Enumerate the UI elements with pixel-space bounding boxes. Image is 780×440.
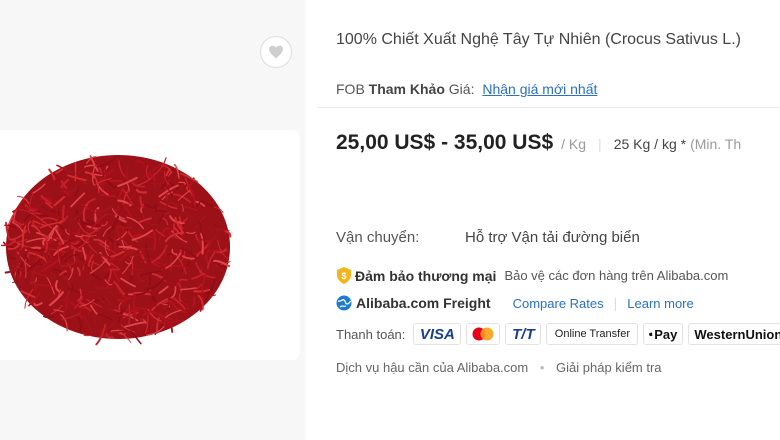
latest-price-link[interactable]: Nhận giá mới nhất [482, 81, 597, 97]
trade-assurance-row: $ Đảm bảo thương mại Bảo vệ các đơn hàng… [336, 267, 728, 284]
globe-icon [336, 295, 352, 311]
freight-title: Alibaba.com Freight [356, 295, 491, 311]
inspection-service[interactable]: Giải pháp kiểm tra [556, 360, 662, 375]
price-row: 25,00 US$ - 35,00 US$ / Kg | 25 Kg / kg … [336, 131, 741, 155]
apple-icon [649, 331, 653, 337]
fob-prefix: FOB [336, 81, 365, 97]
apple-pay-text: Pay [654, 326, 678, 342]
freight-row: Alibaba.com Freight Compare Rates | Lear… [336, 295, 694, 311]
price-unit: / Kg [561, 136, 587, 152]
divider [318, 107, 780, 108]
visa-badge: VISA [413, 323, 462, 345]
payment-row: Thanh toán: VISA T/T Online Transfer Pay… [336, 323, 780, 345]
service-separator: • [539, 360, 545, 375]
shipping-label: Vận chuyển: [336, 229, 420, 246]
fob-row: FOB Tham Khảo Giá: Nhận giá mới nhất [336, 81, 597, 97]
services-row: Dịch vụ hậu cần của Alibaba.com • Giải p… [336, 360, 662, 375]
western-union-badge: WesternUnion [688, 323, 780, 345]
price-divider: | [598, 136, 602, 152]
online-transfer-badge: Online Transfer [546, 323, 639, 345]
mastercard-icon [472, 327, 494, 341]
payment-label: Thanh toán: [336, 326, 406, 342]
min-order: 25 Kg / kg * [613, 136, 687, 152]
compare-rates-link[interactable]: Compare Rates [513, 296, 604, 311]
product-info: 100% Chiết Xuất Nghệ Tây Tự Nhiên (Crocu… [318, 0, 780, 440]
price-range: 25,00 US$ - 35,00 US$ [336, 131, 554, 154]
product-image[interactable] [0, 135, 285, 360]
logistics-service[interactable]: Dịch vụ hậu cần của Alibaba.com [336, 360, 528, 375]
favorite-button[interactable] [260, 36, 292, 68]
product-gallery [0, 0, 305, 440]
mastercard-badge [466, 323, 501, 345]
product-title: 100% Chiết Xuất Nghệ Tây Tự Nhiên (Crocu… [336, 31, 741, 48]
min-order-note: (Min. Th [690, 136, 742, 152]
heart-icon [269, 45, 283, 59]
shipping-value: Hỗ trợ Vận tải đường biển [465, 229, 640, 246]
learn-more-link[interactable]: Learn more [627, 296, 693, 311]
freight-divider: | [613, 295, 618, 311]
fob-ref: Tham Khảo [368, 81, 445, 97]
trade-assurance-desc: Bảo vệ các đơn hàng trên Alibaba.com [504, 268, 729, 283]
fob-price-label: Giá: [448, 81, 475, 97]
trade-assurance-title[interactable]: Đảm bảo thương mại [355, 268, 496, 284]
tt-badge: T/T [505, 323, 542, 345]
apple-pay-badge: Pay [643, 323, 684, 345]
trade-assurance-icon: $ [337, 267, 351, 284]
svg-text:$: $ [341, 271, 346, 281]
